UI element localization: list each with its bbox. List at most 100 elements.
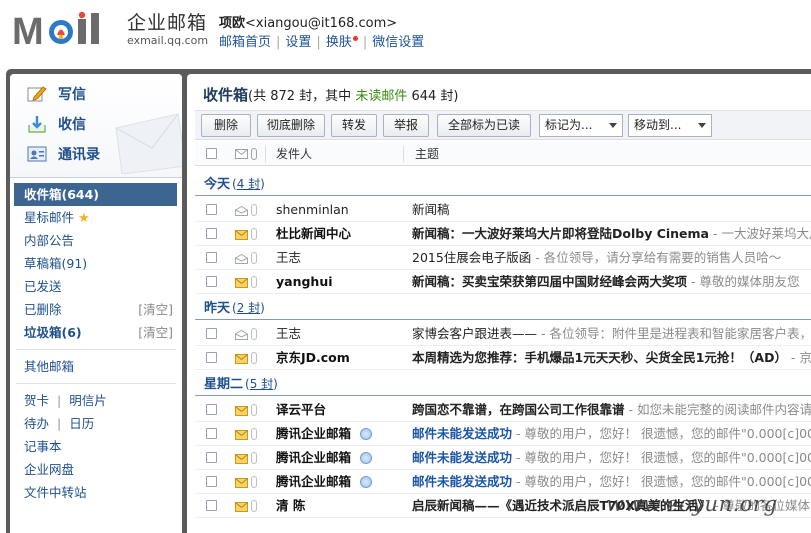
report-button[interactable]: 举报: [383, 114, 429, 137]
folder-inbox[interactable]: 收件箱(644): [14, 183, 177, 206]
mail-sender: 京东JD.com: [276, 350, 350, 365]
folder-announcements[interactable]: 内部公告: [10, 229, 182, 252]
subject-column-header[interactable]: 主题: [415, 142, 439, 166]
link-wechat-settings[interactable]: 微信设置: [372, 35, 424, 50]
mail-list-panel: 收件箱(共 872 封，其中 未读邮件 644 封) 删除 彻底删除 转发 举报…: [187, 74, 811, 533]
contacts-button[interactable]: 通讯录: [27, 142, 100, 166]
mail-subject-cell: 邮件未能发送成功 - 尊敬的用户，您好！ 很遗憾，您的邮件"0.000[c]00: [412, 422, 811, 445]
row-checkbox[interactable]: [206, 404, 217, 415]
mail-sender: 王志: [276, 250, 302, 265]
group-count-link[interactable]: 5 封: [250, 377, 273, 391]
mail-row[interactable]: 腾讯企业邮箱 邮件未能发送成功 - 尊敬的用户，您好！ 很遗憾，您的邮件"0.00…: [195, 446, 811, 470]
row-checkbox[interactable]: [206, 352, 217, 363]
file-transfer-link[interactable]: 文件中转站: [10, 481, 182, 504]
link-skin[interactable]: 换肤: [326, 35, 352, 50]
read-envelope-icon: [235, 253, 248, 264]
brand-name: 企业邮箱: [127, 12, 208, 34]
forward-button[interactable]: 转发: [331, 114, 377, 137]
row-checkbox[interactable]: [206, 276, 217, 287]
mark-as-select[interactable]: 标记为...: [539, 114, 623, 137]
mail-logo[interactable]: M: [12, 10, 124, 50]
folder-label: 草稿箱(91): [24, 256, 88, 271]
other-mailbox[interactable]: 其他邮箱: [10, 355, 182, 378]
folder-drafts[interactable]: 草稿箱(91): [10, 252, 182, 275]
tools-row-todo: 待办 | 日历: [10, 412, 182, 435]
row-checkbox[interactable]: [206, 500, 217, 511]
brand: 企业邮箱 exmail.qq.com: [127, 12, 208, 47]
separator: |: [362, 35, 368, 50]
group-count: (5 封): [245, 377, 278, 391]
sender-column-header[interactable]: 发件人: [276, 142, 312, 166]
folder-spam[interactable]: 垃圾箱(6) [清空]: [10, 321, 182, 344]
envelope-decoration-icon: [115, 113, 182, 174]
mail-row[interactable]: 译云平台 跨国恋不靠谱，在跨国公司工作很靠谱 - 如您未能完整的阅读邮件内容请: [195, 398, 811, 422]
header: M 企业邮箱 exmail.qq.com 项欧<xiangou@it168.co…: [0, 0, 811, 68]
unread-envelope-icon: [235, 405, 248, 416]
mail-row[interactable]: yanghui 新闻稿：买卖宝荣获第四届中国财经峰会两大奖项 - 尊敬的媒体朋友您: [195, 270, 811, 294]
folder-label: 已发送: [24, 279, 62, 294]
group-label: 昨天: [204, 301, 231, 316]
row-checkbox[interactable]: [206, 228, 217, 239]
attachment-icon: [251, 404, 257, 416]
netdisk-label: 企业网盘: [24, 462, 75, 477]
netdisk-link[interactable]: 企业网盘: [10, 458, 182, 481]
mail-row[interactable]: 腾讯企业邮箱 邮件未能发送成功 - 尊敬的用户，您好！ 很遗憾，您的邮件"0.00…: [195, 470, 811, 494]
row-checkbox[interactable]: [206, 328, 217, 339]
group-count-link[interactable]: 2 封: [237, 301, 260, 315]
group-label: 星期二: [204, 377, 244, 392]
greeting-card-link[interactable]: 贺卡: [24, 393, 49, 408]
quick-actions: 写信 收信 通讯录: [10, 74, 182, 178]
clear-deleted-link[interactable]: [清空]: [138, 298, 173, 321]
row-checkbox[interactable]: [206, 452, 217, 463]
delete-button[interactable]: 删除: [201, 114, 251, 137]
watermark: www.eoyun.org: [606, 492, 778, 516]
mail-sender: 译云平台: [276, 402, 327, 417]
notepad-link[interactable]: 记事本: [10, 435, 182, 458]
folder-sent[interactable]: 已发送: [10, 275, 182, 298]
calendar-link[interactable]: 日历: [69, 416, 94, 431]
mail-row[interactable]: 王志 2015住展会电子版函 - 各位领导，请分享给有需要的销售人员哈～: [195, 246, 811, 270]
folder-deleted[interactable]: 已删除 [清空]: [10, 298, 182, 321]
date-group-header: 星期二 (5 封): [195, 372, 811, 396]
row-checkbox[interactable]: [206, 252, 217, 263]
mail-row[interactable]: shenminlan 新闻稿: [195, 198, 811, 222]
group-count: (4 封): [232, 177, 265, 191]
contacts-label: 通讯录: [58, 147, 100, 163]
receive-button[interactable]: 收信: [27, 112, 86, 136]
delete-permanently-button[interactable]: 彻底删除: [257, 114, 325, 137]
mail-row[interactable]: 京东JD.com 本周精选为您推荐：手机爆品1元天天秒、尖货全民1元抢！（AD） …: [195, 346, 811, 370]
separator: |: [316, 35, 321, 50]
divider: [16, 383, 176, 384]
mail-row[interactable]: 腾讯企业邮箱 邮件未能发送成功 - 尊敬的用户，您好！ 很遗憾，您的邮件"0.00…: [195, 422, 811, 446]
mail-sender: 腾讯企业邮箱: [276, 450, 352, 465]
receive-label: 收信: [58, 117, 86, 133]
mail-row[interactable]: 王志 家博会客户跟进表—— - 各位领导：附件里是进程表和智能家居客户表，已: [195, 322, 811, 346]
postcard-link[interactable]: 明信片: [69, 393, 107, 408]
todo-link[interactable]: 待办: [24, 416, 49, 431]
group-count-link[interactable]: 4 封: [237, 177, 260, 191]
mail-subject-cell: 新闻稿: [412, 198, 811, 221]
attachment-icon: [251, 328, 257, 340]
mail-subject: 跨国恋不靠谱，在跨国公司工作很靠谱: [412, 402, 625, 417]
mail-row[interactable]: 杜比新闻中心 新闻稿：一大波好莱坞大片即将登陆Dolby Cinema - 一大波…: [195, 222, 811, 246]
unread-envelope-icon: [235, 477, 248, 488]
select-all-checkbox[interactable]: [206, 148, 217, 159]
attachment-icon: [251, 500, 257, 512]
brand-domain: exmail.qq.com: [127, 34, 209, 47]
mail-subject: 新闻稿：买卖宝荣获第四届中国财经峰会两大奖项: [412, 274, 688, 289]
row-checkbox[interactable]: [206, 204, 217, 215]
unread-mail-link[interactable]: 未读邮件: [355, 89, 407, 104]
mark-all-read-button[interactable]: 全部标为已读: [437, 114, 531, 137]
separator: |: [57, 416, 62, 431]
move-to-select[interactable]: 移动到...: [628, 114, 712, 137]
link-mail-home[interactable]: 邮箱首页: [219, 35, 271, 50]
link-settings[interactable]: 设置: [285, 35, 311, 50]
mail-subject: 2015住展会电子版函: [412, 250, 532, 265]
clear-spam-link[interactable]: [清空]: [138, 321, 173, 344]
folder-starred[interactable]: 星标邮件 ★: [10, 206, 182, 229]
row-checkbox[interactable]: [206, 476, 217, 487]
mail-sender: 王志: [276, 326, 302, 341]
compose-button[interactable]: 写信: [27, 82, 86, 106]
row-checkbox[interactable]: [206, 428, 217, 439]
unread-envelope-icon: [235, 277, 248, 288]
